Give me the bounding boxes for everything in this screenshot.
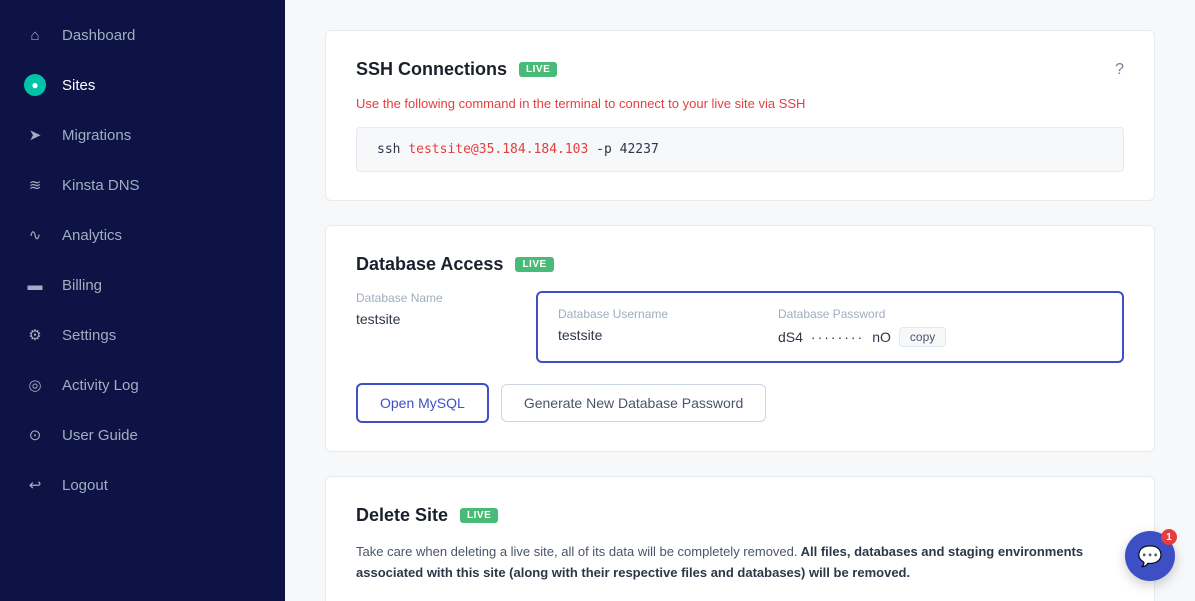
db-username-value: testsite — [558, 327, 738, 343]
ssh-section-header: SSH Connections LIVE ? — [356, 59, 1124, 80]
help-icon[interactable]: ? — [1115, 61, 1124, 79]
db-name-value: testsite — [356, 311, 536, 327]
generate-password-button[interactable]: Generate New Database Password — [501, 384, 766, 422]
sidebar-item-migrations[interactable]: ➤ Migrations — [0, 110, 285, 160]
db-fields-row: Database Name testsite Database Username… — [356, 291, 1124, 363]
house-icon: ⌂ — [24, 24, 46, 46]
chat-notification-badge: 1 — [1161, 529, 1177, 545]
sidebar-item-logout[interactable]: ↩ Logout — [0, 460, 285, 510]
gear-icon: ⚙ — [24, 324, 46, 346]
db-name-label: Database Name — [356, 291, 536, 305]
open-mysql-button[interactable]: Open MySQL — [356, 383, 489, 423]
sidebar-item-settings[interactable]: ⚙ Settings — [0, 310, 285, 360]
sidebar-item-label: Analytics — [62, 227, 122, 244]
billing-icon: ▬ — [24, 274, 46, 296]
db-password-suffix: nO — [872, 329, 891, 345]
sidebar-item-user-guide[interactable]: ⊙ User Guide — [0, 410, 285, 460]
delete-warning-strong: All files, databases and staging environ… — [356, 544, 1083, 580]
chat-icon: 💬 — [1138, 544, 1163, 569]
db-credentials-box: Database Username testsite Database Pass… — [536, 291, 1124, 363]
sidebar-item-label: Migrations — [62, 127, 131, 144]
sidebar-item-analytics[interactable]: ∿ Analytics — [0, 210, 285, 260]
sidebar-item-label: Settings — [62, 327, 116, 344]
db-username-group: Database Username testsite — [558, 307, 738, 347]
help-circle-icon: ⊙ — [24, 424, 46, 446]
db-actions: Open MySQL Generate New Database Passwor… — [356, 383, 1124, 423]
db-section-title: Database Access — [356, 254, 503, 275]
sidebar-item-label: Dashboard — [62, 27, 135, 44]
sidebar-item-label: Billing — [62, 277, 102, 294]
sidebar-item-billing[interactable]: ▬ Billing — [0, 260, 285, 310]
db-username-label: Database Username — [558, 307, 738, 321]
sidebar-item-label: User Guide — [62, 427, 138, 444]
chat-bubble[interactable]: 💬 1 — [1125, 531, 1175, 581]
sidebar-item-sites[interactable]: ● Sites — [0, 60, 285, 110]
sidebar-item-label: Activity Log — [62, 377, 139, 394]
sidebar-item-kinsta-dns[interactable]: ≋ Kinsta DNS — [0, 160, 285, 210]
delete-section-title: Delete Site — [356, 505, 448, 526]
logout-icon: ↩ — [24, 474, 46, 496]
ssh-info-text: Use the following command in the termina… — [356, 96, 1124, 111]
db-name-group: Database Name testsite — [356, 291, 536, 363]
chart-icon: ∿ — [24, 224, 46, 246]
sidebar-item-label: Logout — [62, 477, 108, 494]
eye-icon: ◎ — [24, 374, 46, 396]
ssh-section-title: SSH Connections — [356, 59, 507, 80]
delete-section-header: Delete Site LIVE — [356, 505, 1124, 526]
migrations-icon: ➤ — [24, 124, 46, 146]
sidebar-item-dashboard[interactable]: ⌂ Dashboard — [0, 10, 285, 60]
signal-icon: ≋ — [24, 174, 46, 196]
db-password-masked: ········ — [811, 329, 864, 345]
db-password-value: dS4 ········ nO copy — [778, 327, 946, 347]
ssh-live-badge: LIVE — [519, 62, 557, 77]
ssh-host: testsite@35.184.184.103 — [408, 142, 588, 157]
delete-info-text: Take care when deleting a live site, all… — [356, 542, 1124, 584]
delete-live-badge: LIVE — [460, 508, 498, 523]
ssh-command-block: ssh testsite@35.184.184.103 -p 42237 — [356, 127, 1124, 172]
db-password-group: Database Password dS4 ········ nO copy — [778, 307, 946, 347]
db-password-label: Database Password — [778, 307, 946, 321]
db-section-header: Database Access LIVE — [356, 254, 1124, 275]
sidebar-item-label: Sites — [62, 77, 95, 94]
sidebar-item-activity-log[interactable]: ◎ Activity Log — [0, 360, 285, 410]
delete-site-section: Delete Site LIVE Take care when deleting… — [325, 476, 1155, 601]
db-live-badge: LIVE — [515, 257, 553, 272]
sidebar: ⌂ Dashboard ● Sites ➤ Migrations ≋ Kinst… — [0, 0, 285, 601]
sidebar-item-label: Kinsta DNS — [62, 177, 140, 194]
globe-icon: ● — [24, 74, 46, 96]
db-section: Database Access LIVE Database Name tests… — [325, 225, 1155, 452]
main-content: SSH Connections LIVE ? Use the following… — [285, 0, 1195, 601]
db-password-prefix: dS4 — [778, 329, 803, 345]
ssh-section: SSH Connections LIVE ? Use the following… — [325, 30, 1155, 201]
copy-password-button[interactable]: copy — [899, 327, 946, 347]
